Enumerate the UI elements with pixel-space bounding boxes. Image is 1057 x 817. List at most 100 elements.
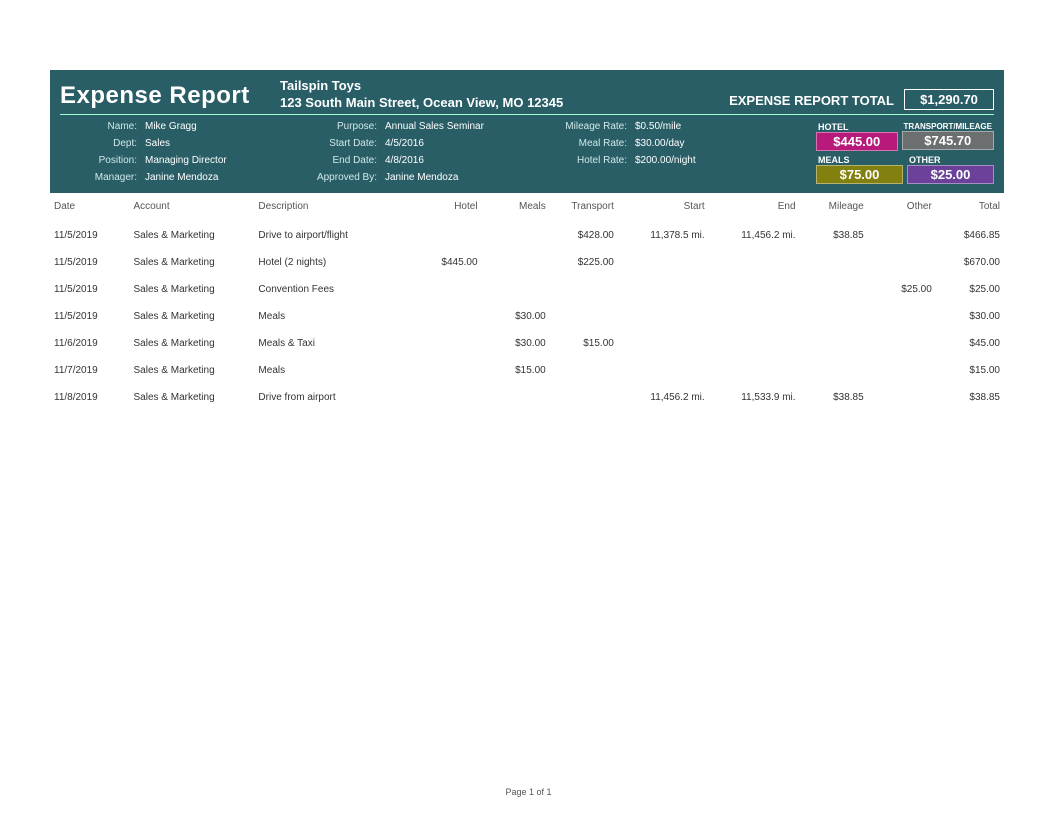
cell-hotel [413,222,481,249]
table-row: 11/5/2019Sales & MarketingDrive to airpo… [50,222,1004,249]
cell-end [709,276,800,303]
cell-meals [482,222,550,249]
cell-description: Drive to airport/flight [254,222,413,249]
cell-description: Convention Fees [254,276,413,303]
cell-hotel [413,276,481,303]
cell-total: $30.00 [936,303,1004,330]
transport-summary-value: $745.70 [902,131,994,150]
cell-other [868,222,936,249]
cell-transport: $428.00 [550,222,618,249]
cell-meals [482,384,550,411]
cell-other [868,384,936,411]
col-end: End [709,195,800,222]
company-name: Tailspin Toys [280,78,563,95]
col-hotel: Hotel [413,195,481,222]
banner-top: Expense Report Tailspin Toys 123 South M… [60,78,994,115]
report-title: Expense Report [60,82,280,110]
cell-total: $15.00 [936,357,1004,384]
cell-end: 11,456.2 mi. [709,222,800,249]
cell-end: 11,533.9 mi. [709,384,800,411]
cell-mileage [800,357,868,384]
cell-total: $45.00 [936,330,1004,357]
cell-mileage [800,249,868,276]
cell-end [709,249,800,276]
name-value: Mike Gragg [145,121,265,132]
cell-end [709,303,800,330]
page-footer: Page 1 of 1 [0,787,1057,797]
cell-other: $25.00 [868,276,936,303]
mileage-rate-value: $0.50/mile [635,121,725,132]
cell-date: 11/5/2019 [50,303,130,330]
start-date-label: Start Date: [265,138,385,149]
cell-meals: $30.00 [482,303,550,330]
cell-meals: $30.00 [482,330,550,357]
cell-start [618,249,709,276]
cell-start [618,276,709,303]
approved-by-value: Janine Mendoza [385,172,545,183]
expense-report-sheet: Expense Report Tailspin Toys 123 South M… [50,70,1004,411]
col-description: Description [254,195,413,222]
cell-description: Drive from airport [254,384,413,411]
cell-mileage [800,330,868,357]
other-summary-label: OTHER [907,155,994,165]
cell-hotel [413,303,481,330]
cell-total: $38.85 [936,384,1004,411]
meals-summary-label: MEALS [816,155,903,165]
meal-rate-value: $30.00/day [635,138,725,149]
meal-rate-label: Meal Rate: [545,138,635,149]
cell-transport [550,303,618,330]
cell-total: $25.00 [936,276,1004,303]
table-row: 11/5/2019Sales & MarketingConvention Fee… [50,276,1004,303]
cell-mileage [800,276,868,303]
cell-account: Sales & Marketing [130,384,255,411]
table-row: 11/5/2019Sales & MarketingHotel (2 night… [50,249,1004,276]
cell-start: 11,378.5 mi. [618,222,709,249]
col-transport: Transport [550,195,618,222]
cell-description: Meals [254,303,413,330]
cell-total: $466.85 [936,222,1004,249]
transport-summary-label: TRANSPORT/MILEAGE [902,122,994,131]
cell-account: Sales & Marketing [130,303,255,330]
cell-end [709,330,800,357]
purpose-label: Purpose: [265,121,385,132]
cell-other [868,303,936,330]
mileage-rate-label: Mileage Rate: [545,121,635,132]
cell-other [868,357,936,384]
summary-boxes: HOTEL $445.00 TRANSPORT/MILEAGE $745.70 … [816,122,994,186]
cell-other [868,249,936,276]
position-label: Position: [60,155,145,166]
cell-hotel: $445.00 [413,249,481,276]
purpose-value: Annual Sales Seminar [385,121,545,132]
cell-account: Sales & Marketing [130,249,255,276]
table-row: 11/7/2019Sales & MarketingMeals$15.00$15… [50,357,1004,384]
cell-meals [482,249,550,276]
cell-date: 11/8/2019 [50,384,130,411]
grand-total-label: EXPENSE REPORT TOTAL [729,93,894,108]
end-date-value: 4/8/2016 [385,155,545,166]
cell-description: Hotel (2 nights) [254,249,413,276]
col-other: Other [868,195,936,222]
manager-value: Janine Mendoza [145,172,265,183]
cell-mileage: $38.85 [800,384,868,411]
grand-total-value: $1,290.70 [904,89,994,110]
cell-mileage: $38.85 [800,222,868,249]
hotel-summary-label: HOTEL [816,122,898,132]
col-mileage: Mileage [800,195,868,222]
position-value: Managing Director [145,155,265,166]
cell-date: 11/5/2019 [50,276,130,303]
end-date-label: End Date: [265,155,385,166]
cell-hotel [413,357,481,384]
cell-date: 11/7/2019 [50,357,130,384]
cell-start [618,303,709,330]
cell-start: 11,456.2 mi. [618,384,709,411]
cell-date: 11/6/2019 [50,330,130,357]
table-row: 11/8/2019Sales & MarketingDrive from air… [50,384,1004,411]
cell-date: 11/5/2019 [50,249,130,276]
cell-meals [482,276,550,303]
company-block: Tailspin Toys 123 South Main Street, Oce… [280,78,563,110]
dept-label: Dept: [60,138,145,149]
cell-description: Meals & Taxi [254,330,413,357]
hotel-rate-label: Hotel Rate: [545,155,635,166]
hotel-rate-value: $200.00/night [635,155,725,166]
dept-value: Sales [145,138,265,149]
